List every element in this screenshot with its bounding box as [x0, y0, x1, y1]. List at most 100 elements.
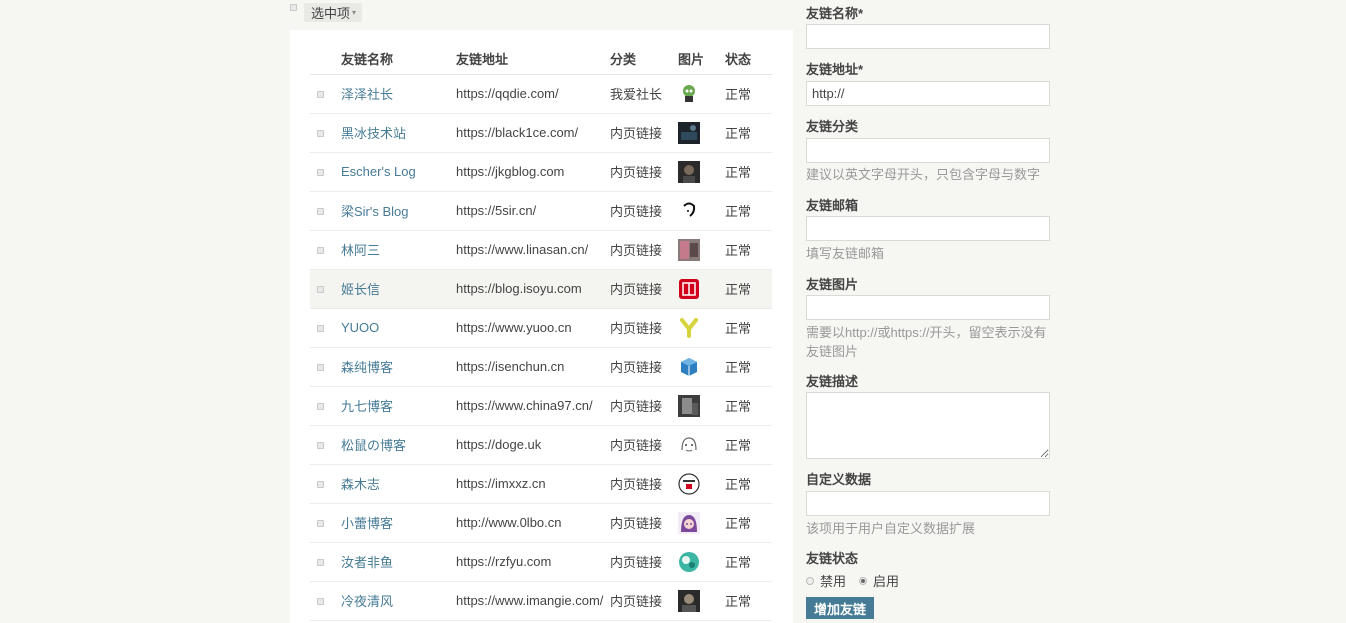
link-image-cell — [678, 347, 725, 387]
link-state: 正常 — [725, 464, 772, 504]
row-checkbox[interactable] — [317, 559, 324, 566]
link-url: https://qqdie.com/ — [456, 74, 610, 114]
table-row: 泽泽社长 https://qqdie.com/我爱社长 正常 — [310, 74, 772, 114]
row-checkbox[interactable] — [317, 91, 324, 98]
row-checkbox-cell — [310, 74, 341, 114]
link-name[interactable]: Escher's Log — [341, 164, 416, 179]
description-textarea[interactable] — [806, 392, 1050, 459]
table-row: 冷夜清风 https://www.imangie.com/内页链接 正常 — [310, 581, 772, 621]
link-state: 正常 — [725, 191, 772, 231]
email-label: 友链邮箱 — [806, 198, 859, 213]
row-checkbox[interactable] — [317, 286, 324, 293]
link-category: 内页链接 — [610, 191, 678, 231]
chevron-down-icon: ▾ — [352, 8, 357, 17]
url-input[interactable] — [806, 81, 1050, 106]
link-url: https://isenchun.cn — [456, 347, 610, 387]
link-url: https://jkgblog.com — [456, 152, 610, 192]
link-image-cell — [678, 191, 725, 231]
link-thumbnail — [678, 121, 700, 144]
link-name[interactable]: YUOO — [341, 320, 379, 335]
row-checkbox[interactable] — [317, 169, 324, 176]
link-thumbnail — [678, 394, 700, 417]
row-checkbox[interactable] — [317, 403, 324, 410]
email-input[interactable] — [806, 216, 1050, 241]
link-image-cell — [678, 113, 725, 153]
link-name[interactable]: 森木志 — [341, 477, 380, 492]
link-name-cell: 黑冰技术站 — [341, 113, 456, 153]
link-name[interactable]: 汝者非鱼 — [341, 555, 393, 570]
row-checkbox[interactable] — [317, 598, 324, 605]
status-enabled-option[interactable]: 启用 — [859, 571, 899, 590]
link-category: 内页链接 — [610, 425, 678, 465]
table-header-row: 友链名称 友链地址 分类 图片 状态 — [310, 44, 772, 75]
category-input[interactable] — [806, 138, 1050, 163]
link-name[interactable]: 林阿三 — [341, 243, 380, 258]
link-url: https://www.imangie.com/ — [456, 581, 610, 621]
add-link-button[interactable]: 增加友链 — [806, 597, 875, 619]
link-state: 正常 — [725, 113, 772, 153]
table-row: 黑冰技术站 https://black1ce.com/内页链接 正常 — [310, 113, 772, 153]
link-name[interactable]: 姬长信 — [341, 282, 380, 297]
link-image-cell — [678, 308, 725, 348]
bulk-select-dropdown[interactable]: 选中项 ▾ — [304, 3, 363, 22]
link-state: 正常 — [725, 581, 772, 621]
link-state: 正常 — [725, 230, 772, 270]
row-checkbox[interactable] — [317, 247, 324, 254]
link-url: https://black1ce.com/ — [456, 113, 610, 153]
select-all-checkbox[interactable] — [290, 4, 297, 11]
table-row: Escher's Log https://jkgblog.com 内页链接 正常 — [310, 152, 772, 192]
link-category: 内页链接 — [610, 542, 678, 582]
link-name[interactable]: 泽泽社长 — [341, 87, 393, 102]
link-name[interactable]: 冷夜清风 — [341, 594, 393, 609]
link-category: 内页链接 — [610, 581, 678, 621]
link-thumbnail — [678, 355, 700, 378]
link-url: http://www.0lbo.cn — [456, 503, 610, 543]
row-checkbox[interactable] — [317, 520, 324, 527]
link-state: 正常 — [725, 269, 772, 309]
radio-enabled[interactable] — [859, 576, 868, 585]
row-checkbox-cell — [310, 347, 341, 387]
link-image-cell — [678, 386, 725, 426]
link-state: 正常 — [725, 386, 772, 426]
link-name-cell: 森木志 — [341, 464, 456, 504]
link-name[interactable]: 森纯博客 — [341, 360, 393, 375]
link-state: 正常 — [725, 542, 772, 582]
link-image-cell — [678, 425, 725, 465]
link-name[interactable]: 九七博客 — [341, 399, 393, 414]
link-thumbnail — [678, 83, 700, 105]
status-disabled-option[interactable]: 禁用 — [806, 571, 846, 590]
bulk-select-label: 选中项 — [311, 6, 351, 21]
link-image-cell — [678, 152, 725, 192]
link-name[interactable]: 小蕾博客 — [341, 516, 393, 531]
link-category: 内页链接 — [610, 152, 678, 192]
category-hint: 建议以英文字母开头，只包含字母与数字 — [806, 167, 1041, 182]
row-checkbox[interactable] — [317, 208, 324, 215]
link-category: 内页链接 — [610, 269, 678, 309]
image-input[interactable] — [806, 295, 1050, 320]
link-state: 正常 — [725, 503, 772, 543]
name-input[interactable] — [806, 24, 1050, 49]
link-name-cell: YUOO — [341, 308, 456, 348]
link-name-cell: 泽泽社长 — [341, 74, 456, 114]
status-disabled-label: 禁用 — [820, 574, 847, 589]
row-checkbox[interactable] — [317, 130, 324, 137]
link-url: https://www.yuoo.cn — [456, 308, 610, 348]
link-category: 内页链接 — [610, 308, 678, 348]
row-checkbox[interactable] — [317, 364, 324, 371]
link-name[interactable]: 黑冰技术站 — [341, 126, 406, 141]
row-checkbox-cell — [310, 386, 341, 426]
custom-data-input[interactable] — [806, 491, 1050, 516]
link-category: 内页链接 — [610, 230, 678, 270]
table-row: 松鼠の博客 https://doge.uk 内页链接 正常 — [310, 425, 772, 465]
radio-disabled[interactable] — [806, 576, 814, 585]
row-checkbox-cell — [310, 308, 341, 348]
link-name[interactable]: 梁Sir's Blog — [341, 204, 409, 219]
row-checkbox[interactable] — [317, 325, 324, 332]
row-checkbox[interactable] — [317, 442, 324, 449]
header-name: 友链名称 — [341, 44, 456, 75]
link-thumbnail — [678, 160, 700, 183]
row-checkbox-cell — [310, 542, 341, 582]
row-checkbox[interactable] — [317, 481, 324, 488]
link-name[interactable]: 松鼠の博客 — [341, 438, 406, 453]
row-checkbox-cell — [310, 152, 341, 192]
